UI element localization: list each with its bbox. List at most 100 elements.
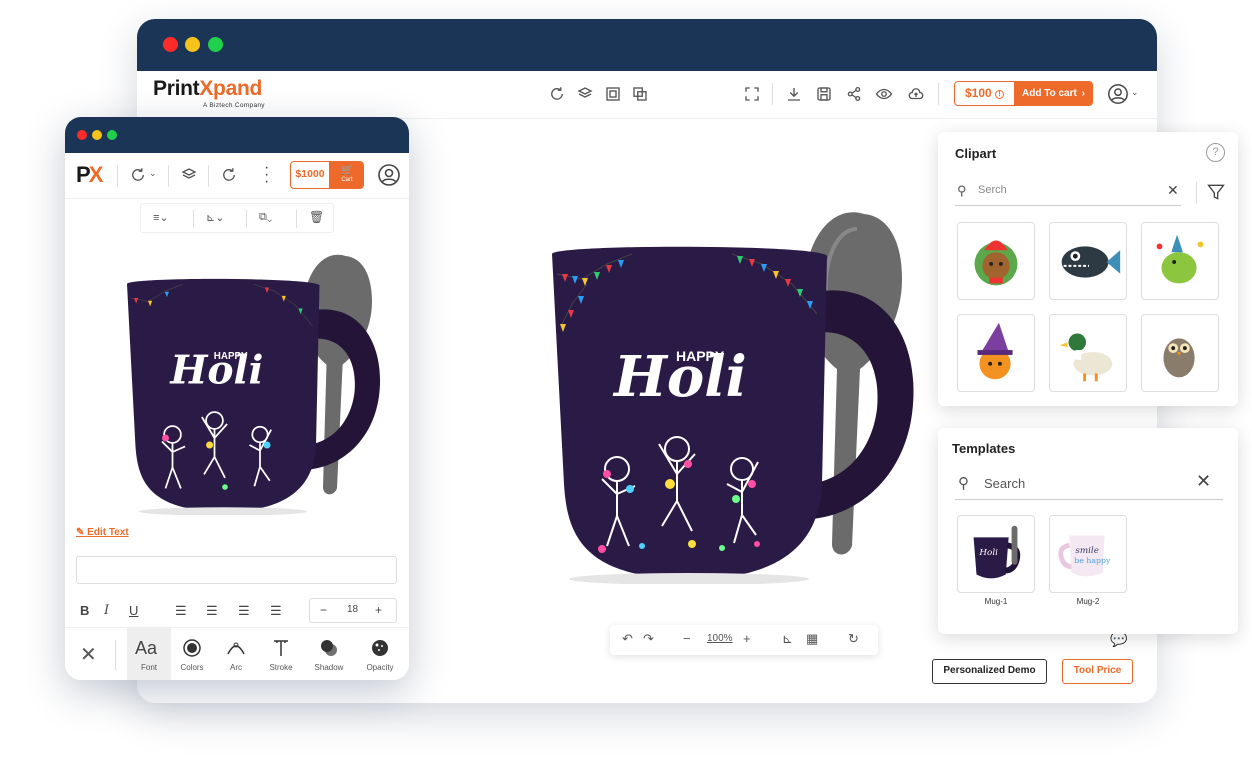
align-right-button[interactable]: ☰ [238, 603, 250, 619]
shadow-tool[interactable]: Shadow [307, 628, 351, 680]
svg-text:be happy: be happy [1074, 556, 1111, 565]
clipart-dinosaur-party[interactable] [1141, 222, 1219, 300]
personalized-demo-button[interactable]: Personalized Demo [932, 659, 1047, 684]
clear-search-icon[interactable]: ✕ [1167, 182, 1179, 199]
help-icon[interactable]: ? [1206, 143, 1225, 162]
mobile-product-canvas[interactable]: HAPPY Holi [120, 235, 400, 516]
add-to-cart-button[interactable]: Add To cart › [1014, 82, 1092, 105]
mug-text-holi[interactable]: Holi [612, 344, 747, 410]
refresh-icon[interactable] [548, 85, 566, 103]
clipart-duck[interactable] [1049, 314, 1127, 392]
save-icon[interactable] [815, 85, 833, 103]
font-size-stepper[interactable]: − 18 + [309, 598, 397, 623]
zoom-toolbar: ↶ ↷ − 100% + ⊾ ▦ ↻ [610, 625, 878, 655]
undo-icon[interactable]: ↶ [622, 631, 633, 647]
templates-search: ⚲ Search ✕ [955, 468, 1223, 500]
align-icon[interactable]: ≡⌄ [153, 211, 169, 224]
arrange-icon[interactable]: ⧉⌄ [259, 211, 272, 224]
download-icon[interactable] [785, 85, 803, 103]
underline-button[interactable]: U [129, 603, 138, 618]
text-input-field[interactable] [76, 556, 397, 584]
zoom-out-icon[interactable]: − [683, 631, 691, 646]
divider [115, 640, 116, 670]
more-options-icon[interactable]: · · · [264, 160, 269, 190]
refresh-icon[interactable] [220, 166, 238, 189]
justify-button[interactable]: ☰ [270, 603, 282, 619]
template-mug-1[interactable]: Holi [957, 515, 1035, 593]
top-toolbar: PrintXpand A Biztech Company $100 ! Add … [137, 71, 1157, 119]
close-window-dot[interactable] [163, 37, 178, 52]
clipart-owl[interactable] [1141, 314, 1219, 392]
template-mug-1-label: Mug-1 [984, 597, 1008, 606]
share-icon[interactable] [845, 85, 863, 103]
ruler-icon[interactable]: ⊾ [782, 631, 793, 647]
mobile-window: PX ⌄ · · · $1000 🛒 Cart ≡⌄ ⊾⌄ ⧉⌄ 🗑 HAPPY… [65, 117, 409, 680]
delete-icon[interactable]: 🗑 [309, 210, 324, 224]
zoom-level[interactable]: 100% [707, 633, 733, 644]
align-center-button[interactable]: ☰ [206, 603, 218, 619]
close-tools-icon[interactable]: ✕ [80, 642, 97, 667]
group-icon[interactable] [604, 85, 622, 103]
clear-search-icon[interactable]: ✕ [1196, 471, 1211, 492]
user-avatar-icon[interactable] [1107, 83, 1129, 105]
fullscreen-icon[interactable] [743, 85, 761, 103]
layers-icon[interactable] [180, 166, 198, 189]
shadow-icon [319, 638, 339, 658]
history-icon[interactable] [129, 166, 147, 189]
template-mug-2[interactable]: smile be happy [1049, 515, 1127, 593]
zoom-in-icon[interactable]: + [743, 631, 751, 646]
font-tool[interactable]: Aa Font [127, 628, 171, 680]
logo-tagline: A Biztech Company [203, 102, 265, 109]
duplicate-icon[interactable] [631, 85, 649, 103]
maximize-window-dot[interactable] [208, 37, 223, 52]
mobile-cart-button[interactable]: 🛒 Cart [329, 162, 363, 188]
layers-icon[interactable] [576, 85, 594, 103]
colors-tool[interactable]: Colors [170, 628, 214, 680]
user-avatar-icon[interactable] [377, 163, 401, 192]
increase-icon[interactable]: + [375, 603, 382, 617]
px-logo[interactable]: PX [76, 162, 103, 188]
decrease-icon[interactable]: − [320, 603, 327, 617]
templates-search-input[interactable]: Search [984, 476, 1025, 491]
opacity-tool[interactable]: Opacity [358, 628, 402, 680]
stroke-tool[interactable]: Stroke [259, 628, 303, 680]
italic-button[interactable]: I [104, 603, 109, 618]
divider [296, 210, 297, 228]
price-add-to-cart[interactable]: $100 ! Add To cart › [954, 81, 1093, 106]
main-product-canvas[interactable]: HAPPY Holi [542, 184, 942, 585]
position-icon[interactable]: ⊾⌄ [206, 211, 224, 224]
redo-icon[interactable]: ↷ [643, 631, 654, 647]
cloud-upload-icon[interactable] [907, 85, 925, 103]
clipart-teddy-bear[interactable] [957, 222, 1035, 300]
font-size-value: 18 [347, 604, 359, 615]
arc-icon [226, 638, 246, 658]
grid-icon[interactable]: ▦ [806, 631, 818, 647]
history-chevron-icon[interactable]: ⌄ [149, 168, 157, 179]
font-icon: Aa [135, 638, 158, 658]
preview-eye-icon[interactable] [875, 85, 893, 103]
maximize-window-dot[interactable] [107, 130, 117, 140]
user-dropdown-chevron-icon[interactable]: ⌄ [1131, 87, 1139, 98]
filter-icon[interactable] [1206, 182, 1226, 202]
printxpand-logo[interactable]: PrintXpand [153, 77, 262, 101]
search-icon: ⚲ [957, 183, 967, 198]
minimize-window-dot[interactable] [92, 130, 102, 140]
clipart-piranha-fish[interactable] [1049, 222, 1127, 300]
clipart-panel: Clipart ? ⚲ Serch ✕ [938, 132, 1238, 406]
edit-text-link[interactable]: ✎ Edit Text [76, 527, 129, 538]
clipart-pumpkin-witch[interactable] [957, 314, 1035, 392]
stroke-icon [271, 638, 291, 658]
mobile-price-cart[interactable]: $1000 🛒 Cart [290, 161, 364, 189]
arc-tool[interactable]: Arc [214, 628, 258, 680]
divider [168, 165, 169, 187]
window-titlebar [137, 19, 1157, 71]
reset-icon[interactable]: ↻ [848, 631, 859, 647]
align-left-button[interactable]: ☰ [175, 603, 187, 619]
clipart-search-input[interactable]: Serch [978, 184, 1007, 196]
minimize-window-dot[interactable] [185, 37, 200, 52]
bold-button[interactable]: B [80, 603, 89, 618]
templates-panel: Templates ⚲ Search ✕ Holi Mug-1 smile be … [938, 428, 1238, 634]
colors-icon [182, 638, 202, 658]
tool-price-button[interactable]: Tool Price [1062, 659, 1133, 684]
close-window-dot[interactable] [77, 130, 87, 140]
